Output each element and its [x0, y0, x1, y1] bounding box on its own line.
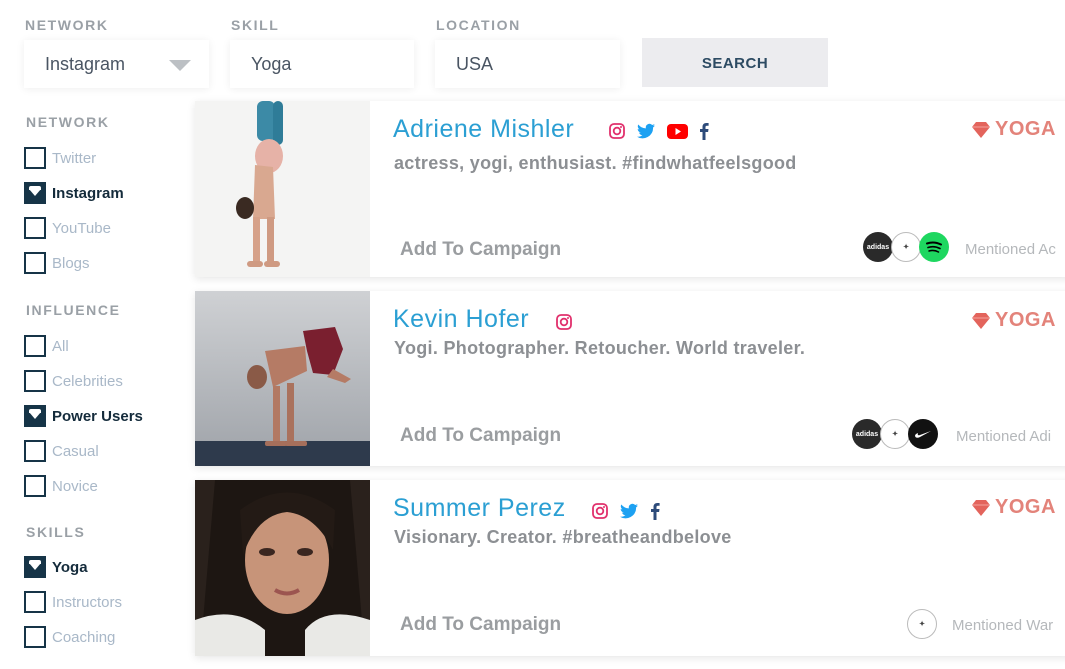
skill-tag: YOGA — [972, 309, 1056, 332]
filter-casual[interactable]: Casual — [24, 440, 99, 462]
gem-icon — [972, 121, 990, 138]
influencer-card[interactable]: Adriene Mishler actress, yogi, enthusias… — [195, 101, 1065, 277]
mentioned-brands: adidas ✦ — [863, 232, 949, 262]
network-filter-title: NETWORK — [26, 114, 110, 130]
influencer-bio: actress, yogi, enthusiast. #findwhatfeel… — [394, 153, 797, 173]
adidas-logo: adidas — [863, 232, 893, 262]
filter-label: Blogs — [52, 254, 90, 272]
adidas-logo: adidas — [852, 419, 882, 449]
filter-label: Novice — [52, 477, 98, 495]
profile-photo[interactable] — [195, 291, 370, 466]
filter-blogs[interactable]: Blogs — [24, 252, 90, 274]
youtube-icon[interactable] — [667, 123, 688, 139]
filter-label: Power Users — [52, 407, 143, 425]
checkbox[interactable] — [24, 217, 46, 239]
filter-youtube[interactable]: YouTube — [24, 217, 111, 239]
skill-tag-label: YOGA — [995, 496, 1056, 518]
filter-label: Instructors — [52, 593, 123, 611]
mentioned-text: Mentioned Adi — [956, 428, 1052, 445]
filter-twitter[interactable]: Twitter — [24, 147, 96, 169]
filter-label: Casual — [52, 442, 99, 460]
instagram-icon[interactable] — [555, 313, 573, 331]
checkbox[interactable] — [24, 370, 46, 392]
location-input[interactable]: USA — [435, 40, 620, 88]
search-button[interactable]: SEARCH — [642, 38, 828, 87]
nike-logo — [908, 419, 938, 449]
network-select[interactable]: Instagram — [24, 40, 209, 88]
brand-seal-logo: ✦ — [907, 609, 937, 639]
social-links — [555, 313, 573, 331]
influencer-name[interactable]: Adriene Mishler — [393, 115, 574, 144]
instagram-icon[interactable] — [591, 502, 609, 520]
checkbox[interactable] — [24, 440, 46, 462]
influencer-card[interactable]: Summer Perez Visionary. Creator. #breath… — [195, 480, 1065, 656]
influencer-name[interactable]: Summer Perez — [393, 494, 566, 523]
mentioned-brands: ✦ — [907, 609, 937, 639]
checkbox[interactable] — [24, 591, 46, 613]
checkbox-checked[interactable] — [24, 556, 46, 578]
influencer-bio: Yogi. Photographer. Retoucher. World tra… — [394, 338, 806, 358]
filter-label: Twitter — [52, 149, 97, 167]
checkbox-checked[interactable] — [24, 405, 46, 427]
filter-coaching[interactable]: Coaching — [24, 626, 115, 648]
location-input-value: USA — [456, 54, 494, 74]
facebook-icon[interactable] — [650, 502, 660, 520]
skill-tag: YOGA — [972, 118, 1056, 141]
brand-seal-logo: ✦ — [880, 419, 910, 449]
filter-novice[interactable]: Novice — [24, 475, 98, 497]
chevron-down-icon — [169, 60, 191, 71]
profile-photo[interactable] — [195, 480, 370, 656]
brand-seal-logo: ✦ — [891, 232, 921, 262]
twitter-icon[interactable] — [620, 503, 639, 519]
influencer-bio: Visionary. Creator. #breatheandbelove — [394, 527, 732, 547]
filter-instagram[interactable]: Instagram — [24, 182, 124, 204]
filter-label: Instagram — [52, 184, 124, 202]
add-to-campaign-button[interactable]: Add To Campaign — [400, 239, 561, 261]
filter-celebrities[interactable]: Celebrities — [24, 370, 123, 392]
facebook-icon[interactable] — [699, 122, 709, 140]
influencer-card[interactable]: Kevin Hofer Yogi. Photographer. Retouche… — [195, 291, 1065, 466]
location-label: LOCATION — [436, 17, 521, 33]
profile-photo[interactable] — [195, 101, 370, 277]
skill-tag-label: YOGA — [995, 118, 1056, 140]
gem-icon — [972, 499, 990, 516]
filter-label: YouTube — [52, 219, 111, 237]
network-label: NETWORK — [25, 17, 109, 33]
filter-yoga[interactable]: Yoga — [24, 556, 88, 578]
add-to-campaign-button[interactable]: Add To Campaign — [400, 425, 561, 447]
instagram-icon[interactable] — [608, 122, 626, 140]
network-select-value: Instagram — [45, 54, 126, 74]
skill-label: SKILL — [231, 17, 280, 33]
filter-label: All — [52, 337, 69, 355]
skill-tag: YOGA — [972, 496, 1056, 519]
checkbox[interactable] — [24, 475, 46, 497]
mentioned-text: Mentioned Ac — [965, 241, 1056, 258]
filter-label: Celebrities — [52, 372, 123, 390]
twitter-icon[interactable] — [637, 123, 656, 139]
skills-filter-title: SKILLS — [26, 524, 86, 540]
gem-icon — [972, 312, 990, 329]
checkbox[interactable] — [24, 335, 46, 357]
skill-tag-label: YOGA — [995, 309, 1056, 331]
checkbox-checked[interactable] — [24, 182, 46, 204]
mentioned-brands: adidas ✦ — [852, 419, 938, 449]
skill-input[interactable]: Yoga — [230, 40, 414, 88]
filter-label: Yoga — [52, 558, 88, 576]
mentioned-text: Mentioned War — [952, 617, 1054, 634]
social-links — [608, 122, 709, 140]
filter-label: Coaching — [52, 628, 116, 646]
filter-instructors[interactable]: Instructors — [24, 591, 122, 613]
influence-filter-title: INFLUENCE — [26, 302, 121, 318]
influencer-name[interactable]: Kevin Hofer — [393, 305, 529, 334]
filter-all[interactable]: All — [24, 335, 69, 357]
checkbox[interactable] — [24, 147, 46, 169]
skill-input-value: Yoga — [251, 54, 292, 74]
spotify-logo — [919, 232, 949, 262]
checkbox[interactable] — [24, 626, 46, 648]
social-links — [591, 502, 660, 520]
filter-power-users[interactable]: Power Users — [24, 405, 143, 427]
checkbox[interactable] — [24, 252, 46, 274]
add-to-campaign-button[interactable]: Add To Campaign — [400, 614, 561, 636]
